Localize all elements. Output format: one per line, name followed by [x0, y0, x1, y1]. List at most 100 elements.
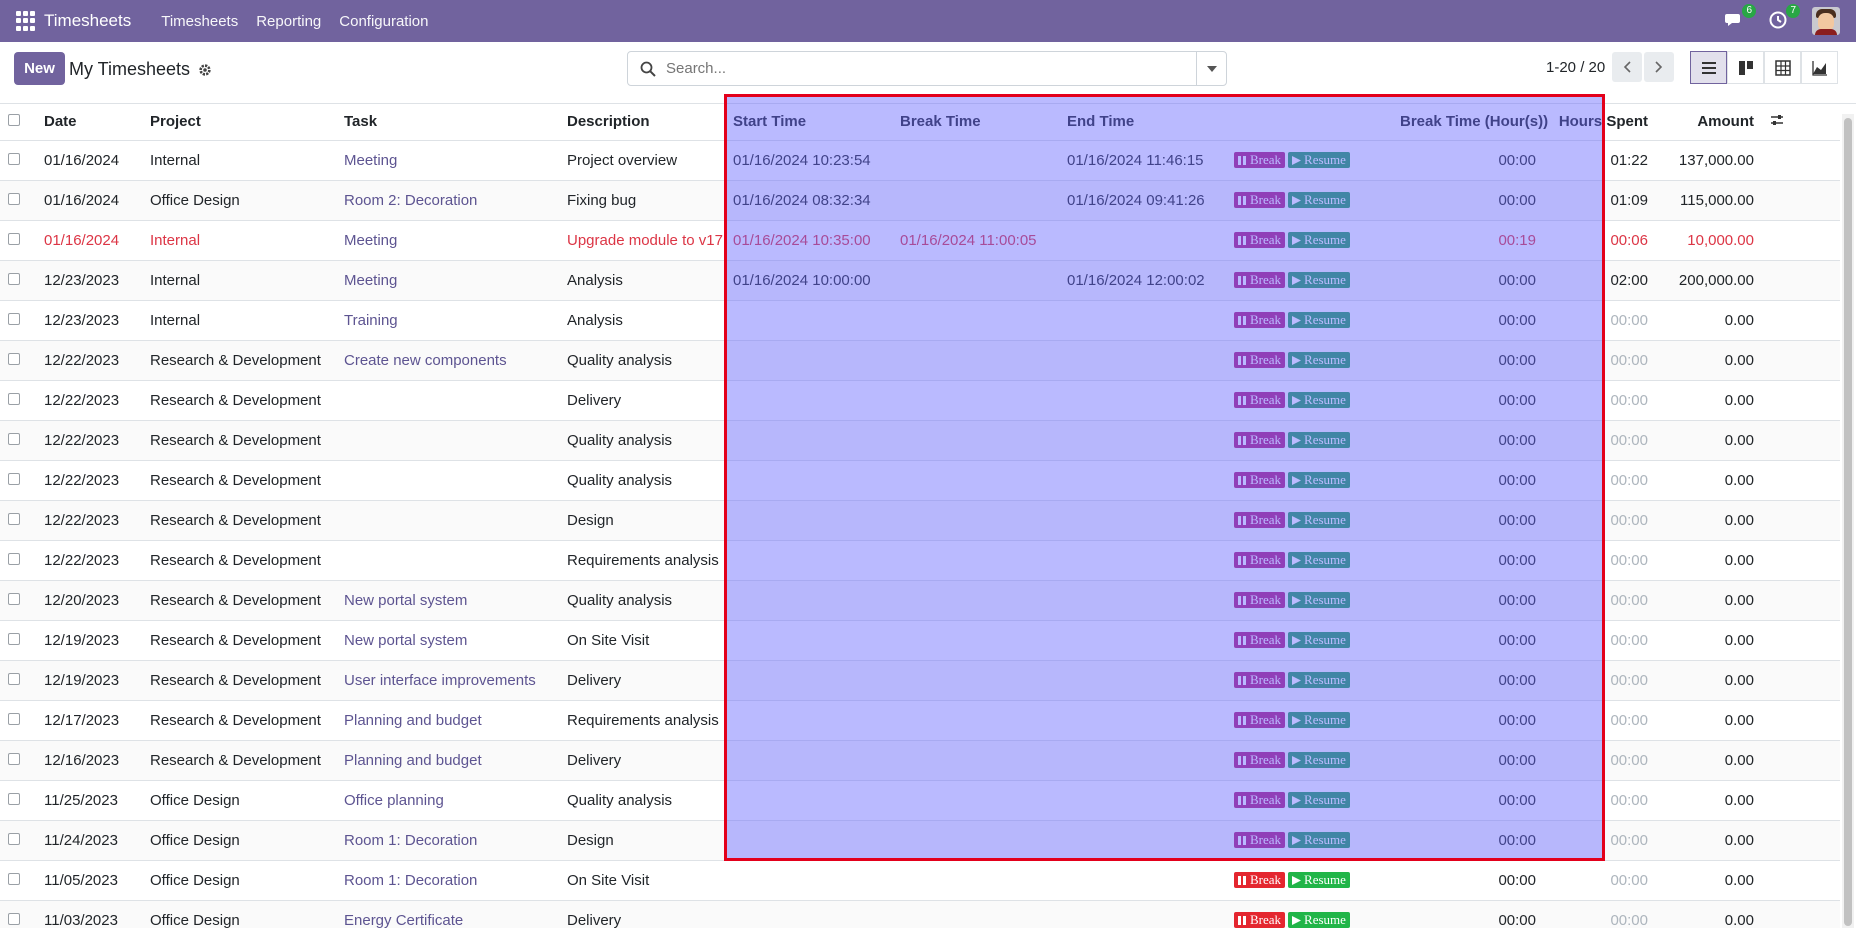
row-checkbox[interactable]	[0, 700, 36, 741]
table-row[interactable]: 01/16/2024 Office Design Room 2: Decoratio…	[0, 180, 1840, 221]
task-link[interactable]: Energy Certificate	[344, 912, 463, 928]
resume-button[interactable]: Resume	[1288, 792, 1350, 808]
table-row[interactable]: 11/05/2023 Office Design Room 1: Decoratio…	[0, 860, 1840, 901]
header-start-time[interactable]: Start Time	[725, 104, 892, 141]
resume-button[interactable]: Resume	[1288, 752, 1350, 768]
task-link[interactable]: Planning and budget	[344, 752, 482, 769]
table-row[interactable]: 11/03/2023 Office Design Energy Certificat…	[0, 900, 1840, 928]
table-row[interactable]: 12/17/2023 Research & Development Planning…	[0, 700, 1840, 741]
resume-button[interactable]: Resume	[1288, 912, 1350, 928]
row-checkbox[interactable]	[0, 420, 36, 461]
header-hours-spent[interactable]: Hours Spent	[1544, 104, 1656, 141]
task-link[interactable]: Planning and budget	[344, 712, 482, 729]
resume-button[interactable]: Resume	[1288, 312, 1350, 328]
resume-button[interactable]: Resume	[1288, 392, 1350, 408]
task-link[interactable]: Training	[344, 312, 398, 329]
kanban-view-button[interactable]	[1727, 51, 1764, 84]
break-button[interactable]: Break	[1234, 472, 1286, 488]
break-button[interactable]: Break	[1234, 552, 1286, 568]
table-row[interactable]: 01/16/2024 Internal Meeting Upgrade module …	[0, 220, 1840, 261]
task-link[interactable]: Meeting	[344, 152, 397, 169]
task-link[interactable]: Meeting	[344, 232, 397, 249]
graph-view-button[interactable]	[1801, 51, 1838, 84]
header-break-time[interactable]: Break Time	[892, 104, 1059, 141]
select-all-checkbox[interactable]	[0, 104, 36, 141]
menu-reporting[interactable]: Reporting	[256, 13, 321, 30]
table-row[interactable]: 12/22/2023 Research & Development Quality …	[0, 460, 1840, 501]
header-description[interactable]: Description	[559, 104, 725, 141]
task-link[interactable]: Meeting	[344, 272, 397, 289]
row-checkbox[interactable]	[0, 500, 36, 541]
table-row[interactable]: 12/23/2023 Internal Training Analysis Break R…	[0, 300, 1840, 341]
header-task[interactable]: Task	[336, 104, 559, 141]
break-button[interactable]: Break	[1234, 352, 1286, 368]
menu-configuration[interactable]: Configuration	[339, 13, 428, 30]
table-row[interactable]: 12/22/2023 Research & Development Delivery…	[0, 380, 1840, 421]
break-button[interactable]: Break	[1234, 592, 1286, 608]
resume-button[interactable]: Resume	[1288, 832, 1350, 848]
break-button[interactable]: Break	[1234, 512, 1286, 528]
table-row[interactable]: 11/24/2023 Office Design Room 1: Decoratio…	[0, 820, 1840, 861]
break-button[interactable]: Break	[1234, 792, 1286, 808]
pager-previous-button[interactable]	[1612, 52, 1642, 82]
resume-button[interactable]: Resume	[1288, 552, 1350, 568]
task-link[interactable]: Room 2: Decoration	[344, 192, 477, 209]
table-row[interactable]: 12/23/2023 Internal Meeting Analysis 01/16/2…	[0, 260, 1840, 301]
resume-button[interactable]: Resume	[1288, 232, 1350, 248]
pager-next-button[interactable]	[1644, 52, 1674, 82]
resume-button[interactable]: Resume	[1288, 192, 1350, 208]
messages-icon[interactable]: 6	[1724, 4, 1756, 32]
table-row[interactable]: 12/22/2023 Research & Development Requirem…	[0, 540, 1840, 581]
resume-button[interactable]: Resume	[1288, 272, 1350, 288]
row-checkbox[interactable]	[0, 300, 36, 341]
row-checkbox[interactable]	[0, 380, 36, 421]
row-checkbox[interactable]	[0, 460, 36, 501]
scrollbar[interactable]	[1842, 114, 1854, 928]
resume-button[interactable]: Resume	[1288, 512, 1350, 528]
row-checkbox[interactable]	[0, 580, 36, 621]
app-brand[interactable]: Timesheets	[44, 11, 131, 31]
row-checkbox[interactable]	[0, 780, 36, 821]
header-amount[interactable]: Amount	[1656, 104, 1762, 141]
user-avatar[interactable]	[1812, 7, 1840, 35]
header-end-time[interactable]: End Time	[1059, 104, 1226, 141]
resume-button[interactable]: Resume	[1288, 152, 1350, 168]
table-row[interactable]: 12/16/2023 Research & Development Planning…	[0, 740, 1840, 781]
task-link[interactable]: New portal system	[344, 632, 467, 649]
break-button[interactable]: Break	[1234, 392, 1286, 408]
break-button[interactable]: Break	[1234, 152, 1286, 168]
break-button[interactable]: Break	[1234, 672, 1286, 688]
resume-button[interactable]: Resume	[1288, 472, 1350, 488]
break-button[interactable]: Break	[1234, 192, 1286, 208]
row-checkbox[interactable]	[0, 620, 36, 661]
row-checkbox[interactable]	[0, 540, 36, 581]
break-button[interactable]: Break	[1234, 752, 1286, 768]
break-button[interactable]: Break	[1234, 872, 1286, 888]
grid-view-button[interactable]	[1764, 51, 1801, 84]
row-checkbox[interactable]	[0, 340, 36, 381]
resume-button[interactable]: Resume	[1288, 592, 1350, 608]
resume-button[interactable]: Resume	[1288, 432, 1350, 448]
header-project[interactable]: Project	[142, 104, 336, 141]
break-button[interactable]: Break	[1234, 312, 1286, 328]
resume-button[interactable]: Resume	[1288, 352, 1350, 368]
row-checkbox[interactable]	[0, 740, 36, 781]
gear-icon[interactable]	[198, 63, 212, 77]
table-row[interactable]: 12/22/2023 Research & Development Design Br…	[0, 500, 1840, 541]
new-button[interactable]: New	[14, 52, 65, 85]
task-link[interactable]: Room 1: Decoration	[344, 872, 477, 889]
break-button[interactable]: Break	[1234, 712, 1286, 728]
table-row[interactable]: 11/25/2023 Office Design Office planning Qu…	[0, 780, 1840, 821]
resume-button[interactable]: Resume	[1288, 632, 1350, 648]
task-link[interactable]: Office planning	[344, 792, 444, 809]
break-button[interactable]: Break	[1234, 832, 1286, 848]
resume-button[interactable]: Resume	[1288, 672, 1350, 688]
activities-icon[interactable]: 7	[1768, 4, 1800, 32]
row-checkbox[interactable]	[0, 180, 36, 221]
search-input[interactable]	[666, 52, 1196, 85]
row-checkbox[interactable]	[0, 140, 36, 181]
break-button[interactable]: Break	[1234, 912, 1286, 928]
break-button[interactable]: Break	[1234, 232, 1286, 248]
task-link[interactable]: Room 1: Decoration	[344, 832, 477, 849]
table-row[interactable]: 12/22/2023 Research & Development Quality …	[0, 420, 1840, 461]
